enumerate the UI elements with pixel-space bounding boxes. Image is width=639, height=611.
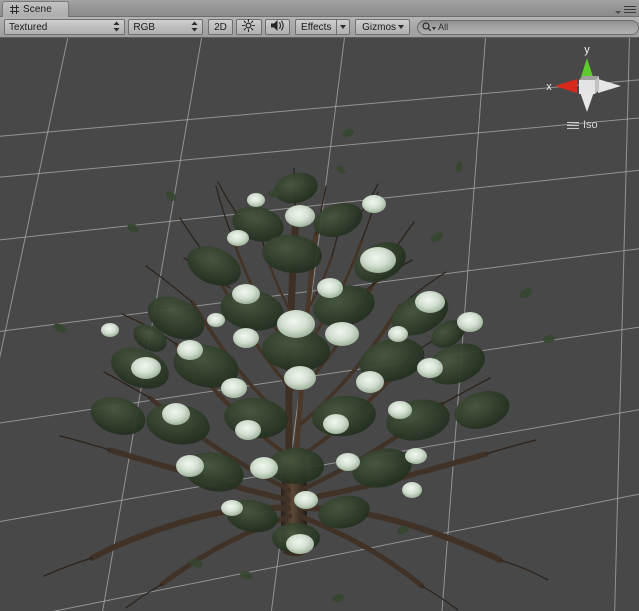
- tab-bar: Scene: [0, 0, 639, 17]
- up-down-arrows-icon: [191, 21, 198, 33]
- effects-label: Effects: [301, 21, 332, 33]
- unity-scene-window: Scene Textured RGB 2D Effects Gizmos All…: [0, 0, 639, 611]
- toggle-2d-label: 2D: [214, 21, 227, 33]
- scene-toolbar: Textured RGB 2D Effects Gizmos All: [0, 17, 639, 38]
- speaker-audio-icon: [270, 19, 285, 35]
- draw-mode-dropdown[interactable]: Textured: [4, 19, 126, 35]
- grid-hash-icon: [10, 1, 19, 19]
- color-mode-label: RGB: [133, 21, 156, 33]
- toggle-2d-button[interactable]: 2D: [207, 19, 234, 35]
- caret-down-icon: [398, 25, 405, 29]
- up-down-arrows-icon: [113, 21, 120, 33]
- draw-mode-label: Textured: [9, 21, 48, 33]
- scene-render: [0, 38, 639, 611]
- caret-down-icon[interactable]: [432, 26, 437, 30]
- gizmos-label: Gizmos: [362, 21, 397, 33]
- search-input[interactable]: All: [438, 22, 448, 32]
- magnifier-search-icon: [422, 21, 432, 33]
- effects-button[interactable]: Effects: [295, 19, 337, 35]
- tab-scene[interactable]: Scene: [2, 1, 69, 17]
- scene-viewport[interactable]: y x Iso: [0, 38, 639, 611]
- sun-lighting-icon: [242, 18, 256, 35]
- scene-search-field[interactable]: All: [417, 19, 639, 35]
- effects-dropdown-button[interactable]: [336, 19, 351, 35]
- chevron-down-icon[interactable]: [615, 11, 621, 14]
- tab-scene-label: Scene: [23, 3, 52, 15]
- gizmos-dropdown-button[interactable]: Gizmos: [355, 19, 411, 35]
- audio-toggle-button[interactable]: [264, 19, 291, 35]
- caret-down-icon: [340, 25, 347, 29]
- lighting-toggle-button[interactable]: [236, 18, 262, 35]
- color-mode-dropdown[interactable]: RGB: [128, 19, 203, 35]
